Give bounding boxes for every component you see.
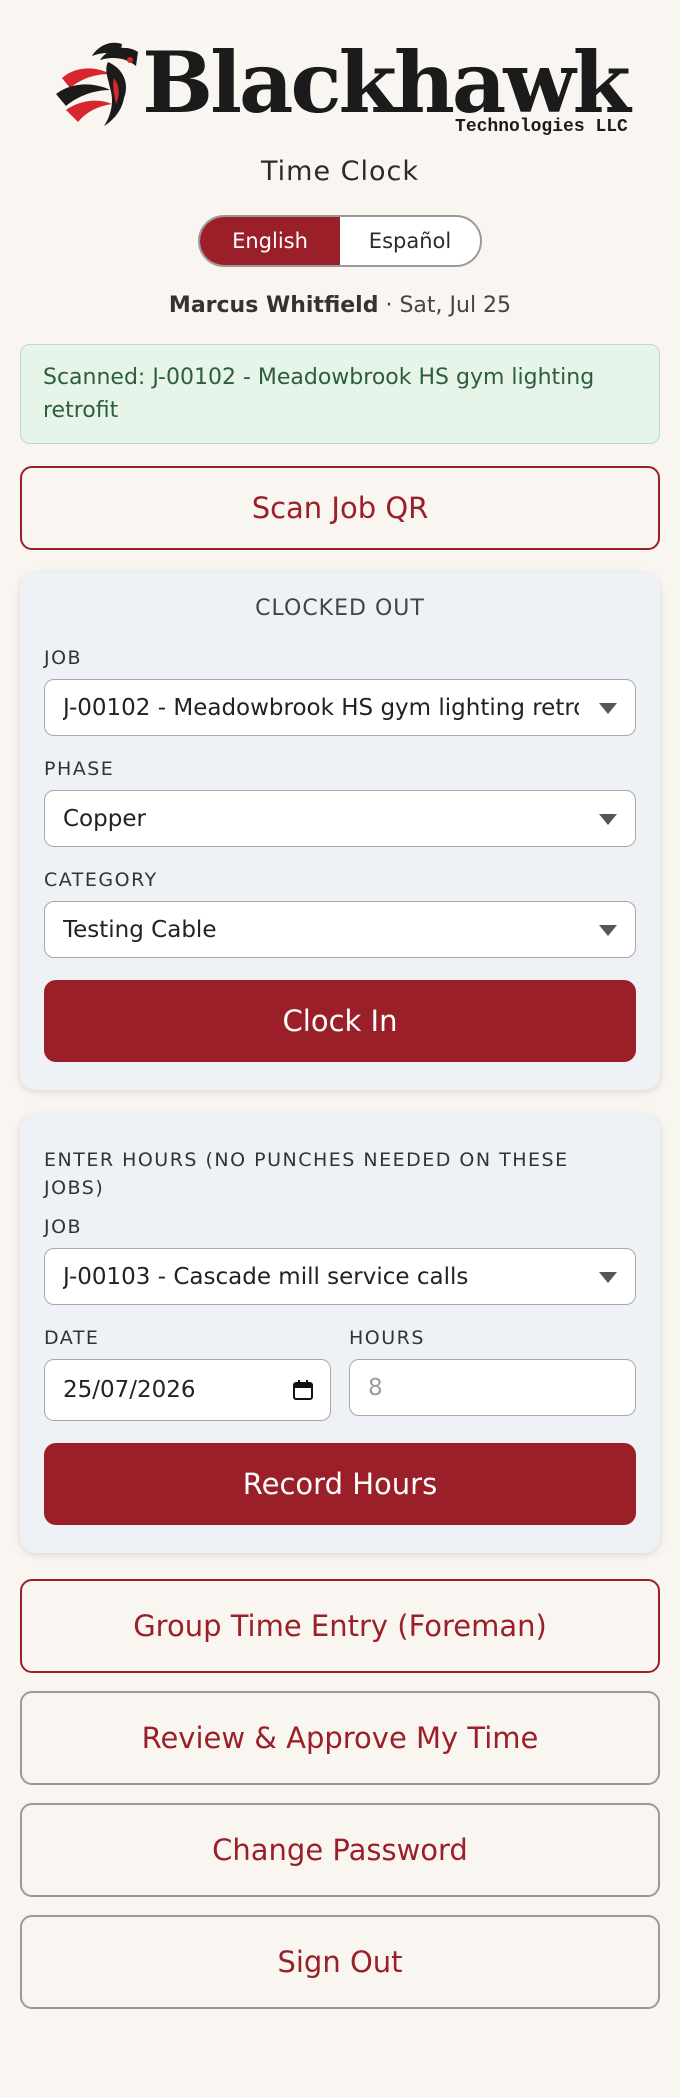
job-group: JOB J-00102 - Meadowbrook HS gym lightin… bbox=[44, 647, 636, 736]
enter-hours-card: ENTER HOURS (NO PUNCHES NEEDED ON THESE … bbox=[20, 1114, 660, 1553]
category-group: CATEGORY Testing Cable bbox=[44, 869, 636, 958]
date-label: DATE bbox=[44, 1327, 100, 1349]
user-name: Marcus Whitfield bbox=[168, 293, 379, 318]
record-hours-button[interactable]: Record Hours bbox=[44, 1443, 636, 1525]
date-value: 25/07/2026 bbox=[63, 1377, 196, 1403]
phase-select-value: Copper bbox=[63, 805, 146, 832]
scan-success-alert: Scanned: J-00102 - Meadowbrook HS gym li… bbox=[20, 344, 660, 444]
job-select[interactable]: J-00102 - Meadowbrook HS gym lighting re… bbox=[44, 679, 636, 736]
date-hours-row: DATE 25/07/2026 HOURS bbox=[44, 1327, 636, 1421]
chevron-down-icon bbox=[599, 924, 617, 936]
chevron-down-icon bbox=[599, 702, 617, 714]
date-input[interactable]: 25/07/2026 bbox=[44, 1359, 331, 1421]
category-select[interactable]: Testing Cable bbox=[44, 901, 636, 958]
hours-input[interactable] bbox=[349, 1359, 636, 1416]
clock-card: CLOCKED OUT JOB J-00102 - Meadowbrook HS… bbox=[20, 572, 660, 1090]
hours-job-group: JOB J-00103 - Cascade mill service calls bbox=[44, 1216, 636, 1305]
chevron-down-icon bbox=[599, 1271, 617, 1283]
language-english-button[interactable]: English bbox=[200, 217, 340, 265]
user-date-line: Marcus Whitfield · Sat, Jul 25 bbox=[20, 293, 660, 318]
calendar-icon[interactable] bbox=[292, 1379, 314, 1401]
category-label: CATEGORY bbox=[44, 869, 158, 891]
logo: Blackhawk Technologies LLC bbox=[52, 33, 631, 137]
clock-in-button[interactable]: Clock In bbox=[44, 980, 636, 1062]
job-label: JOB bbox=[44, 647, 83, 669]
chevron-down-icon bbox=[599, 813, 617, 825]
category-select-value: Testing Cable bbox=[63, 916, 217, 943]
phase-select[interactable]: Copper bbox=[44, 790, 636, 847]
hours-label: HOURS bbox=[349, 1327, 425, 1349]
hours-job-select-value: J-00103 - Cascade mill service calls bbox=[63, 1263, 469, 1290]
current-date: · Sat, Jul 25 bbox=[378, 293, 512, 318]
hours-job-label: JOB bbox=[44, 1216, 83, 1238]
language-spanish-button[interactable]: Español bbox=[340, 217, 480, 265]
phase-label: PHASE bbox=[44, 758, 115, 780]
brand-header: Blackhawk Technologies LLC bbox=[20, 0, 660, 152]
hawk-icon bbox=[56, 42, 139, 126]
hours-job-select[interactable]: J-00103 - Cascade mill service calls bbox=[44, 1248, 636, 1305]
phase-group: PHASE Copper bbox=[44, 758, 636, 847]
brand-name: Blackhawk bbox=[142, 33, 631, 132]
group-time-entry-button[interactable]: Group Time Entry (Foreman) bbox=[20, 1579, 660, 1673]
job-select-value: J-00102 - Meadowbrook HS gym lighting re… bbox=[63, 694, 579, 721]
change-password-button[interactable]: Change Password bbox=[20, 1803, 660, 1897]
sign-out-button[interactable]: Sign Out bbox=[20, 1915, 660, 2009]
time-clock-page: Blackhawk Technologies LLC Time Clock En… bbox=[0, 0, 680, 2009]
review-approve-time-button[interactable]: Review & Approve My Time bbox=[20, 1691, 660, 1785]
clock-status: CLOCKED OUT bbox=[255, 596, 425, 621]
enter-hours-heading: ENTER HOURS (NO PUNCHES NEEDED ON THESE … bbox=[44, 1149, 569, 1199]
language-toggle: English Español bbox=[198, 215, 482, 267]
page-title: Time Clock bbox=[260, 156, 419, 187]
brand-subtitle: Technologies LLC bbox=[455, 117, 628, 137]
scan-job-qr-button[interactable]: Scan Job QR bbox=[20, 466, 660, 550]
